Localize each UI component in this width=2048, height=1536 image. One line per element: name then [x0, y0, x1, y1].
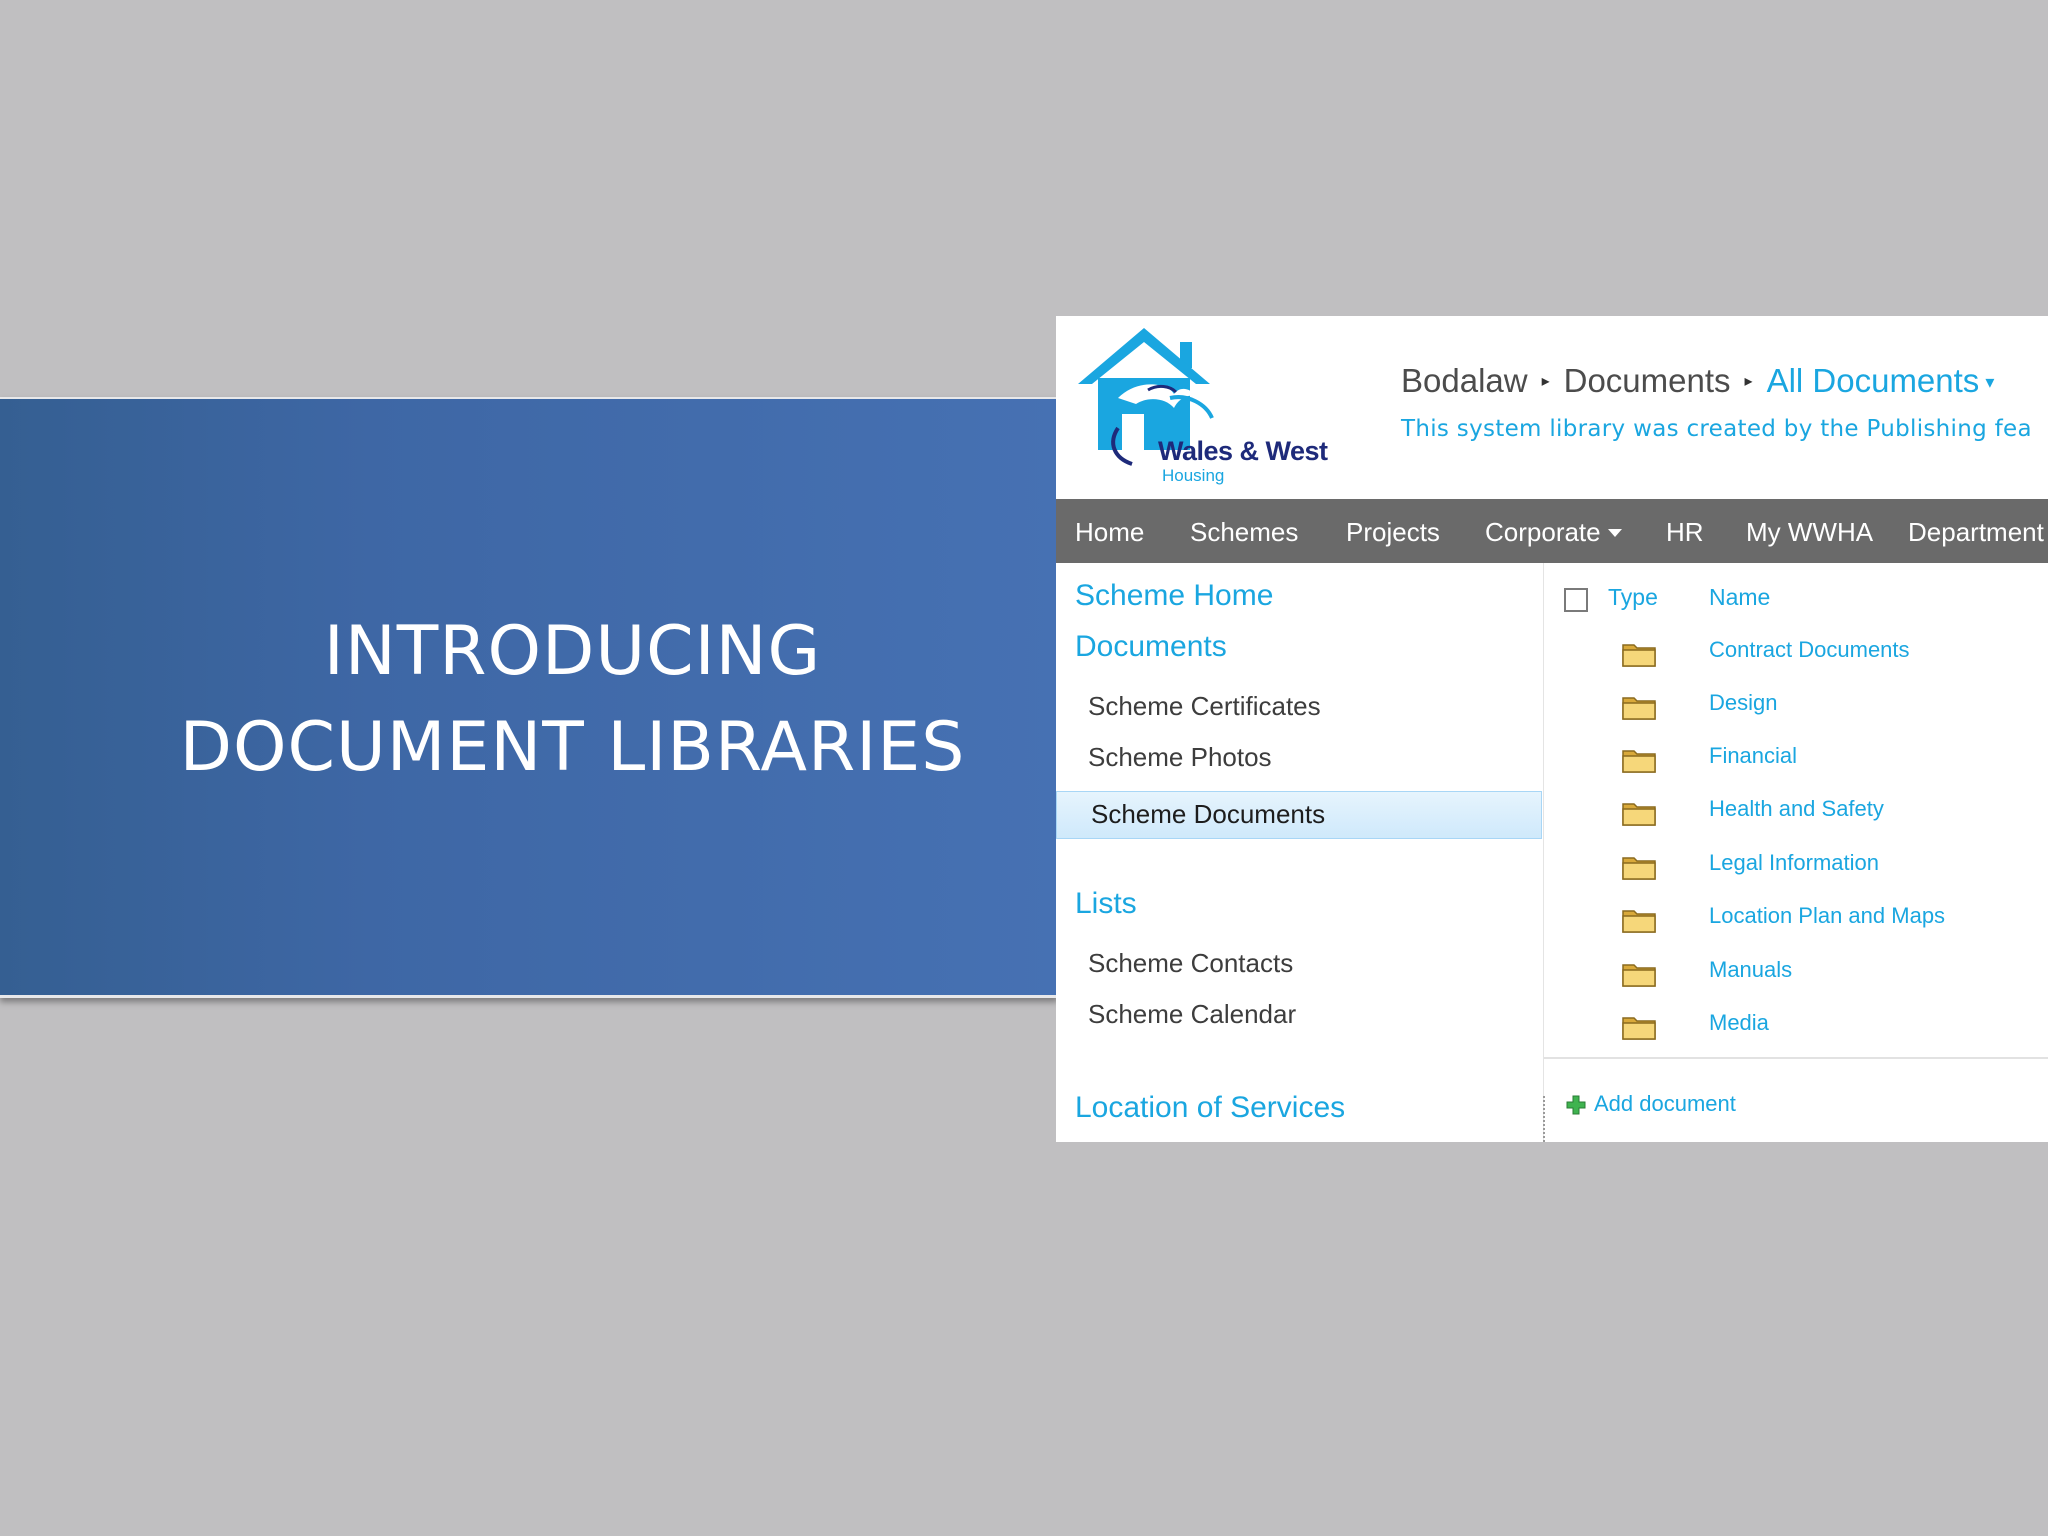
- nav-department[interactable]: Department: [1908, 499, 2044, 563]
- breadcrumb-documents[interactable]: Documents: [1564, 362, 1731, 399]
- slide-title-line2: DOCUMENT LIBRARIES: [179, 708, 966, 787]
- breadcrumb-separator-icon: ▸: [1541, 373, 1550, 390]
- title-banner: INTRODUCING DOCUMENT LIBRARIES: [0, 397, 1058, 998]
- ql-scheme-documents-label: Scheme Documents: [1091, 799, 1326, 829]
- folder-name[interactable]: Media: [1709, 1010, 1769, 1036]
- top-navigation: Home Schemes Projects Corporate HR My WW…: [1056, 499, 2048, 563]
- folder-name[interactable]: Health and Safety: [1709, 796, 1884, 822]
- slide-title: INTRODUCING DOCUMENT LIBRARIES: [0, 604, 1145, 796]
- ql-lists-heading[interactable]: Lists: [1075, 887, 1137, 921]
- ql-scheme-home[interactable]: Scheme Home: [1075, 579, 1273, 613]
- logo-name-text: Wales & West: [1158, 436, 1328, 466]
- folder-name[interactable]: Design: [1709, 690, 1777, 716]
- breadcrumb-view-selector[interactable]: All Documents: [1767, 362, 1980, 399]
- folder-icon: [1622, 857, 1656, 880]
- folder-icon: [1622, 697, 1656, 720]
- library-description: This system library was created by the P…: [1401, 416, 2032, 442]
- list-item[interactable]: Legal Information: [1544, 840, 2048, 893]
- breadcrumb-separator-icon: ▸: [1744, 373, 1753, 390]
- ql-documents-heading[interactable]: Documents: [1075, 630, 1227, 664]
- nav-my-wwha[interactable]: My WWHA: [1746, 499, 1873, 563]
- chevron-down-icon[interactable]: ▾: [1985, 372, 1994, 392]
- list-item[interactable]: Media: [1544, 1000, 2048, 1053]
- list-item[interactable]: Financial: [1544, 733, 2048, 786]
- folder-icon: [1622, 803, 1656, 826]
- folder-icon: [1622, 644, 1656, 667]
- column-header-name[interactable]: Name: [1709, 584, 1770, 611]
- add-document-label: Add document: [1594, 1091, 1736, 1116]
- folder-icon: [1622, 964, 1656, 987]
- list-item[interactable]: Health and Safety: [1544, 786, 2048, 839]
- sharepoint-screenshot: Tai Wales & West Housing Bodalaw ▸ Documen…: [1056, 316, 2048, 1142]
- site-header: Tai Wales & West Housing Bodalaw ▸ Documen…: [1056, 316, 2048, 499]
- breadcrumb-site[interactable]: Bodalaw: [1401, 362, 1528, 399]
- document-list: Type Name Contract Documents Design Fina…: [1544, 563, 2048, 1142]
- folder-icon: [1622, 1017, 1656, 1040]
- quick-launch: Scheme Home Documents Scheme Certificate…: [1056, 563, 1544, 1142]
- nav-schemes[interactable]: Schemes: [1190, 499, 1298, 563]
- nav-home[interactable]: Home: [1075, 499, 1144, 563]
- list-item[interactable]: Contract Documents: [1544, 627, 2048, 680]
- list-item[interactable]: Location Plan and Maps: [1544, 893, 2048, 946]
- folder-name[interactable]: Location Plan and Maps: [1709, 903, 1945, 929]
- folder-name[interactable]: Contract Documents: [1709, 637, 1910, 663]
- list-divider: [1544, 1057, 2048, 1059]
- slide-title-line1: INTRODUCING: [323, 612, 822, 691]
- folder-icon: [1622, 750, 1656, 773]
- ql-scheme-certificates[interactable]: Scheme Certificates: [1088, 691, 1321, 722]
- folder-name[interactable]: Financial: [1709, 743, 1797, 769]
- select-all-checkbox[interactable]: [1564, 588, 1588, 612]
- folder-icon: [1622, 910, 1656, 933]
- ql-scheme-photos[interactable]: Scheme Photos: [1088, 742, 1272, 773]
- logo-housing-text: Housing: [1162, 466, 1225, 485]
- nav-corporate[interactable]: Corporate: [1485, 499, 1622, 563]
- nav-corporate-label: Corporate: [1485, 517, 1601, 547]
- ql-scheme-calendar[interactable]: Scheme Calendar: [1088, 999, 1296, 1030]
- nav-hr[interactable]: HR: [1666, 499, 1704, 563]
- ql-location-of-services[interactable]: Location of Services: [1075, 1091, 1345, 1125]
- site-logo[interactable]: Tai Wales & West Housing: [1078, 328, 1328, 488]
- dropdown-caret-icon: [1607, 529, 1622, 537]
- ql-scheme-documents-selected[interactable]: Scheme Documents: [1056, 791, 1542, 839]
- column-header-type[interactable]: Type: [1608, 584, 1658, 611]
- folder-name[interactable]: Legal Information: [1709, 850, 1879, 876]
- ql-scheme-contacts[interactable]: Scheme Contacts: [1088, 948, 1293, 979]
- plus-icon: [1566, 1095, 1586, 1115]
- nav-projects[interactable]: Projects: [1346, 499, 1440, 563]
- breadcrumb: Bodalaw ▸ Documents ▸ All Documents ▾: [1401, 362, 1994, 400]
- list-item[interactable]: Design: [1544, 680, 2048, 733]
- list-item[interactable]: Manuals: [1544, 947, 2048, 1000]
- folder-name[interactable]: Manuals: [1709, 957, 1792, 983]
